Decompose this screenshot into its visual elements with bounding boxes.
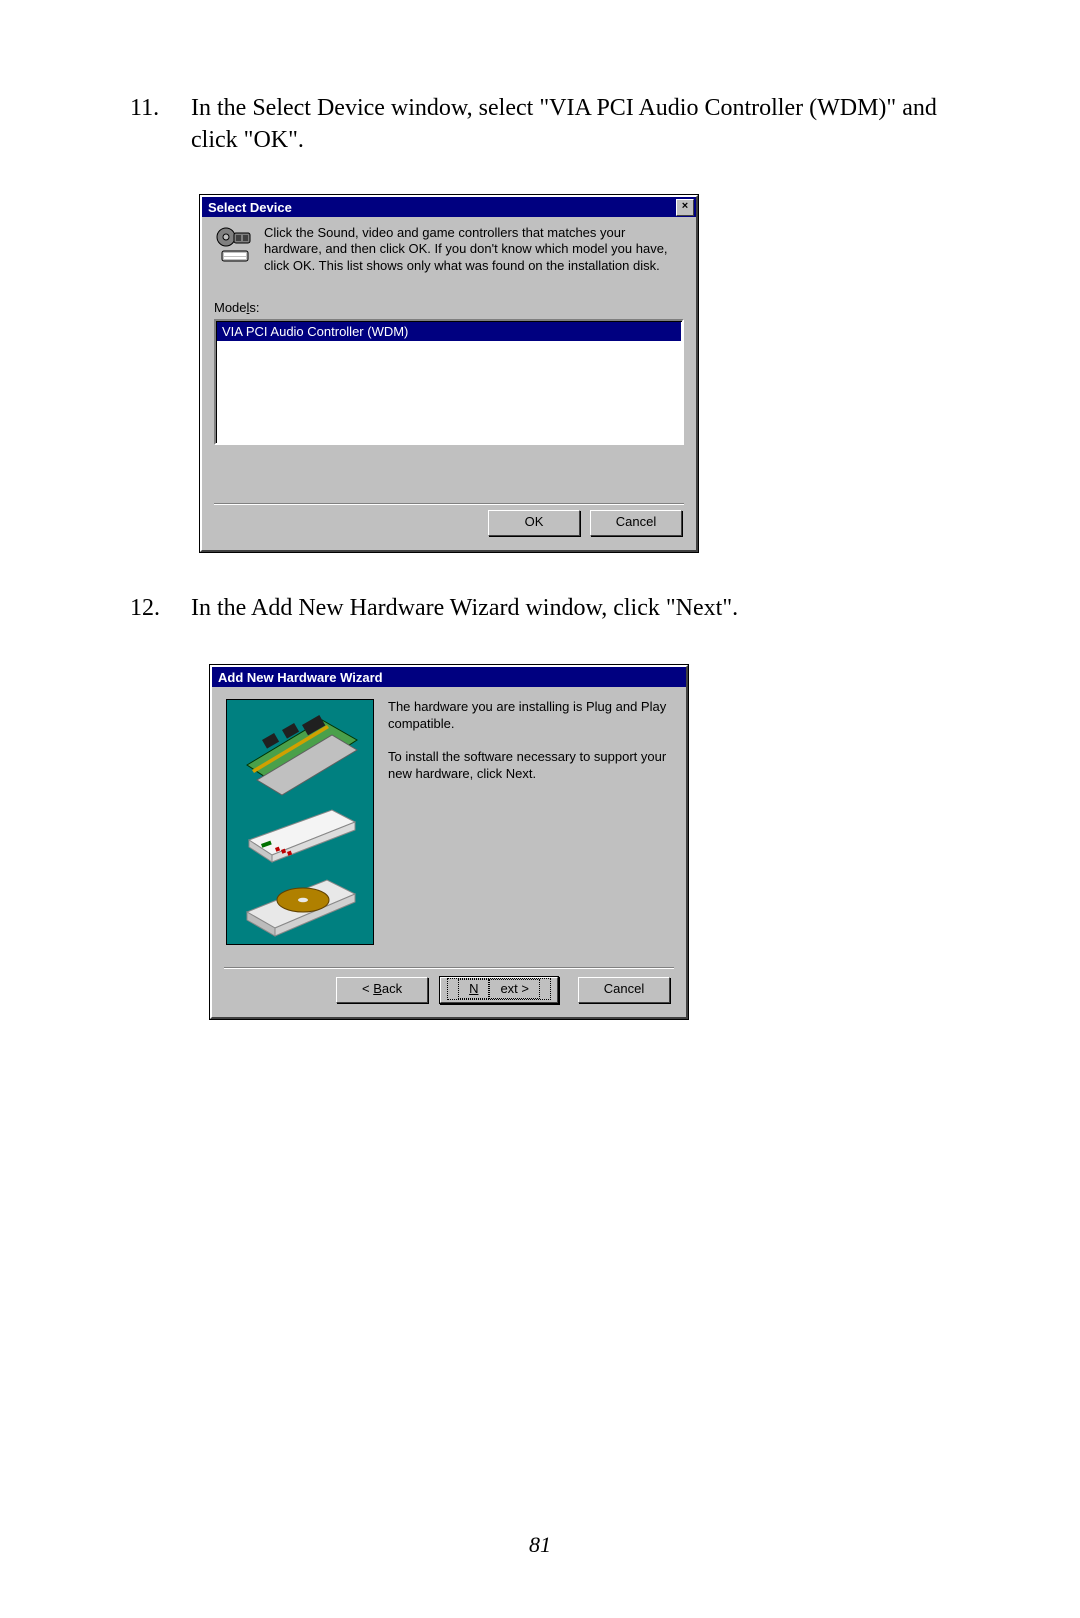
cancel-button[interactable]: Cancel [590,510,682,536]
models-selected-item[interactable]: VIA PCI Audio Controller (WDM) [217,322,681,341]
close-icon[interactable]: × [676,199,694,216]
select-device-dialog: Select Device × Click the [200,195,698,552]
divider [214,503,684,505]
wizard-titlebar: Add New Hardware Wizard [212,667,686,687]
select-device-instruction: Click the Sound, video and game controll… [264,225,684,274]
back-button[interactable]: < Back [336,977,428,1003]
page-number: 81 [0,1532,1080,1558]
next-button[interactable]: Next > [440,977,558,1003]
select-device-titlebar: Select Device × [202,197,696,217]
ok-button[interactable]: OK [488,510,580,536]
step-12-text: In the Add New Hardware Wizard window, c… [191,592,941,624]
select-device-title: Select Device [208,200,292,215]
wizard-paragraph-1: The hardware you are installing is Plug … [388,699,672,733]
wizard-title: Add New Hardware Wizard [218,670,383,685]
step-12-number: 12. [130,592,185,624]
cancel-button[interactable]: Cancel [578,977,670,1003]
add-new-hardware-wizard-dialog: Add New Hardware Wizard [210,665,688,1019]
step-11-text: In the Select Device window, select "VIA… [191,92,941,157]
models-label: Models: [214,300,684,315]
divider [224,967,674,969]
step-11-number: 11. [130,92,185,124]
document-page: 11. In the Select Device window, select … [0,0,1080,1618]
step-12: 12. In the Add New Hardware Wizard windo… [130,592,950,624]
wizard-paragraph-2: To install the software necessary to sup… [388,749,672,783]
controllers-icon [214,225,254,265]
wizard-illustration [226,699,374,945]
step-11: 11. In the Select Device window, select … [130,92,950,157]
wizard-text: The hardware you are installing is Plug … [388,699,672,945]
models-listbox[interactable]: VIA PCI Audio Controller (WDM) [214,319,684,445]
